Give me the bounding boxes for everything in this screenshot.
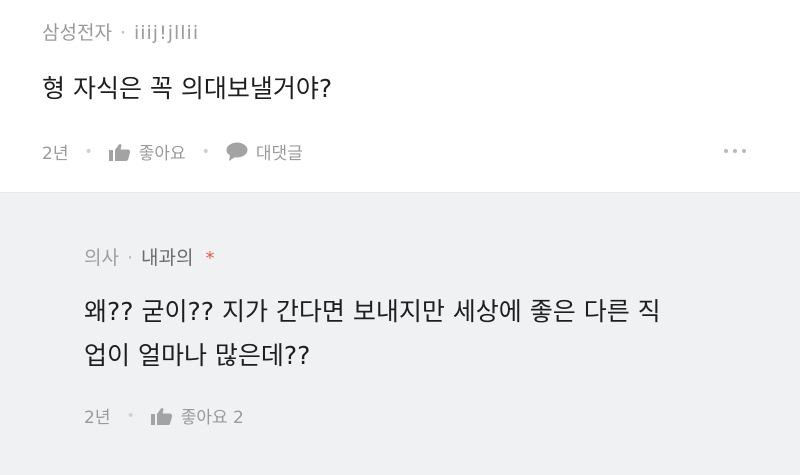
like-button[interactable]: 좋아요 2 [150,403,244,428]
reply-actions: 2년 • 좋아요 2 [84,403,244,428]
meta-separator: · [119,22,126,44]
comment-card: 삼성전자 · iiij!jllii 형 자식은 꼭 의대보낼거야? 2년 • 좋아요… [0,0,800,192]
action-separator: • [201,143,210,160]
action-separator: • [126,407,135,424]
reply-text-line: 왜?? 굳이?? 지가 간다면 보내지만 세상에 좋은 다른 직 [84,297,661,326]
like-label: 좋아요 [138,144,186,164]
author-company: 삼성전자 [42,22,112,44]
action-separator: • [84,143,93,160]
reply-text: 왜?? 굳이?? 지가 간다면 보내지만 세상에 좋은 다른 직 업이 얼마나 … [84,290,764,378]
thumbs-up-icon [150,407,172,425]
comment-time: 2년 [42,144,69,164]
comment-author[interactable]: 삼성전자 · iiij!jllii [42,18,199,45]
comment-thread: 삼성전자 · iiij!jllii 형 자식은 꼭 의대보낼거야? 2년 • 좋아요… [0,0,800,475]
more-dots-icon [733,149,737,153]
speech-bubble-icon [226,142,248,161]
like-count-label: 좋아요 2 [180,408,244,428]
author-job: 의사 [84,247,119,269]
reply-label: 대댓글 [255,144,303,164]
reply-author[interactable]: 의사 · 내과의 * [84,243,214,270]
comment-text: 형 자식은 꼭 의대보낼거야? [42,74,333,103]
like-button[interactable]: 좋아요 [108,139,186,164]
author-nickname: iiij!jllii [133,22,200,44]
reply-card: 의사 · 내과의 * 왜?? 굳이?? 지가 간다면 보내지만 세상에 좋은 다른 직… [0,192,800,475]
meta-separator: · [126,247,134,269]
more-dots-icon [742,149,746,153]
author-department: 내과의 [141,247,194,269]
comment-actions: 2년 • 좋아요 • 대댓글 [42,139,303,164]
author-mark: * [205,248,215,269]
more-options-button[interactable] [724,149,746,153]
reply-text-line: 업이 얼마나 많은데?? [84,341,311,370]
reply-button[interactable]: 대댓글 [226,139,303,164]
thumbs-up-icon [108,143,130,161]
more-dots-icon [724,149,728,153]
reply-time: 2년 [84,408,111,428]
